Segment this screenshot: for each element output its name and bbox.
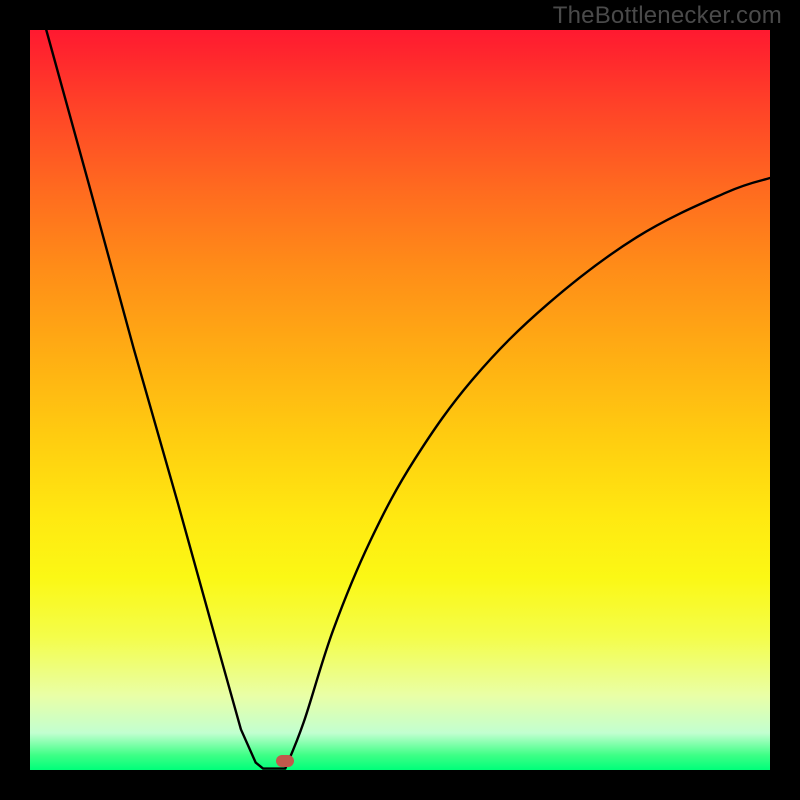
curve-svg (30, 30, 770, 770)
bottleneck-curve (46, 30, 770, 769)
optimum-marker (276, 755, 294, 767)
watermark-text: TheBottlenecker.com (553, 2, 782, 30)
plot-area (30, 30, 770, 770)
chart-frame: TheBottlenecker.com (0, 0, 800, 800)
